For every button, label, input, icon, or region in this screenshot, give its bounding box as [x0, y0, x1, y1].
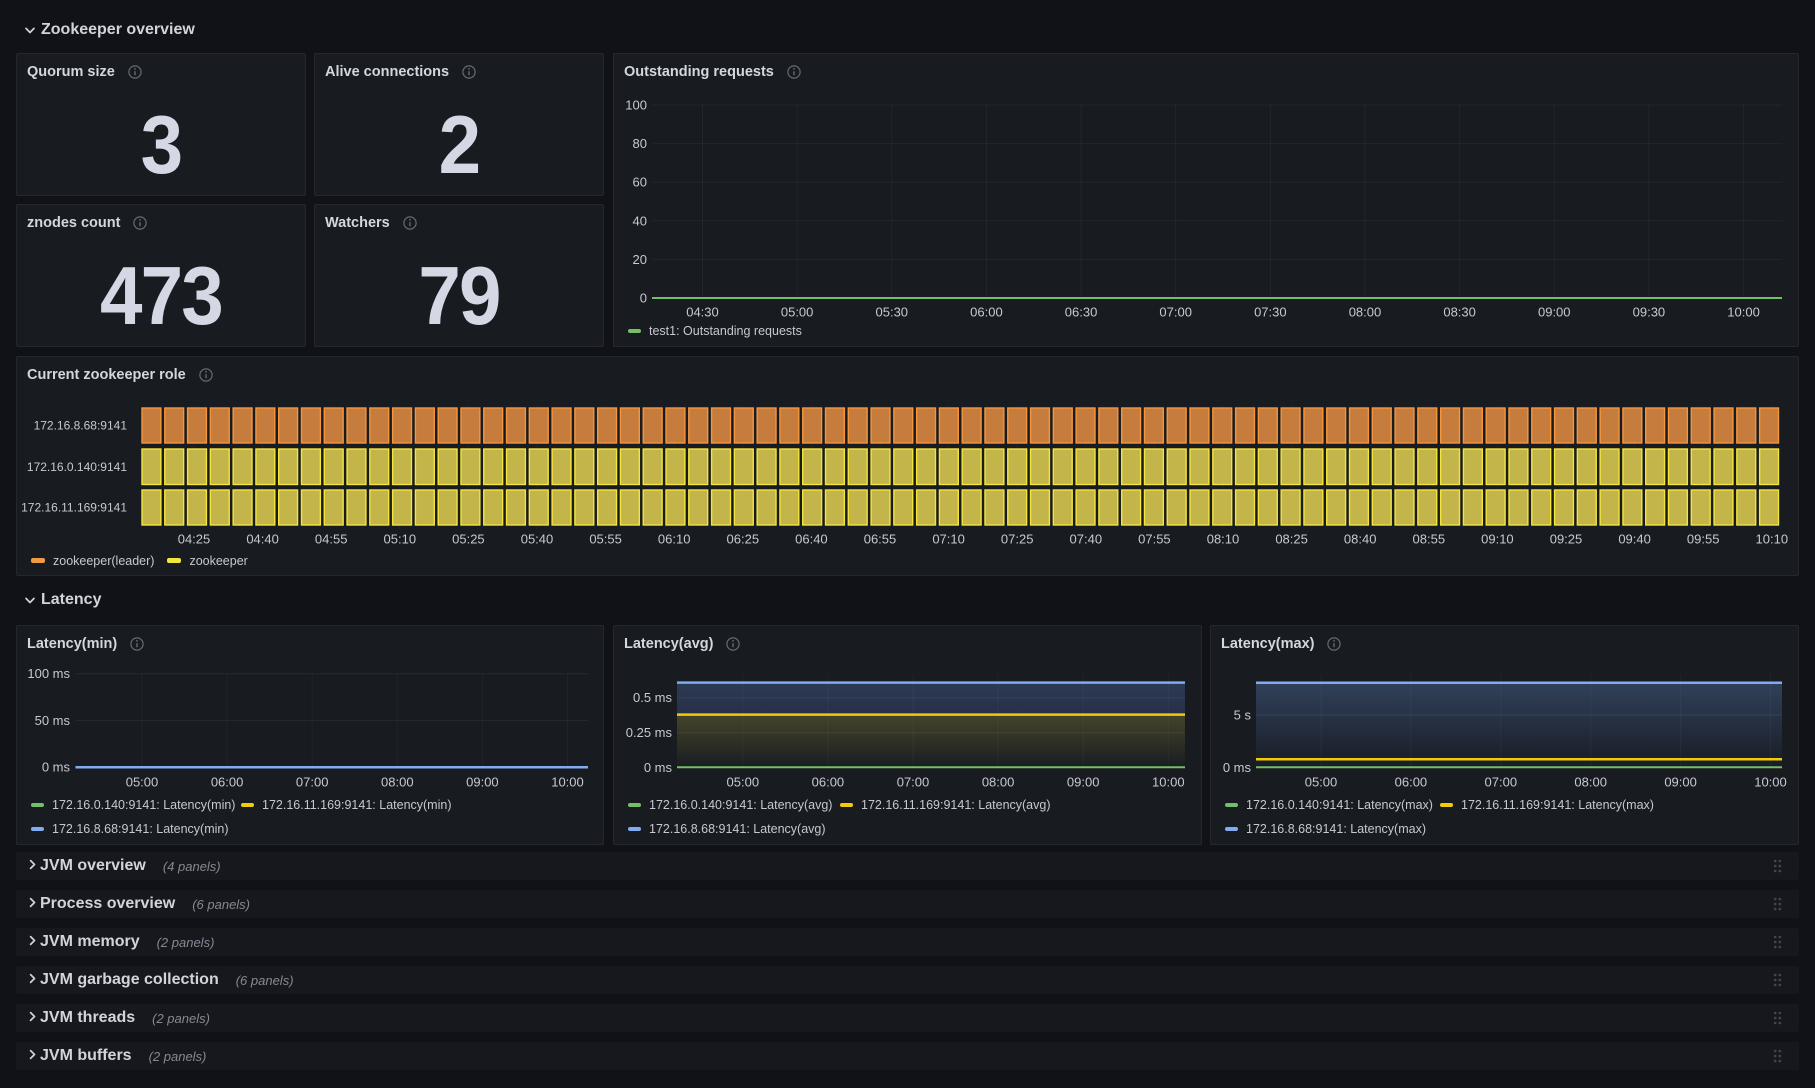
- svg-text:06:10: 06:10: [658, 532, 691, 547]
- svg-text:06:00: 06:00: [970, 305, 1003, 320]
- svg-text:06:55: 06:55: [864, 532, 897, 547]
- svg-text:05:25: 05:25: [452, 532, 485, 547]
- svg-text:05:40: 05:40: [521, 532, 554, 547]
- svg-text:05:00: 05:00: [126, 775, 159, 790]
- svg-text:5 s: 5 s: [1234, 708, 1252, 723]
- svg-text:06:40: 06:40: [795, 532, 828, 547]
- svg-text:172.16.0.140:9141: 172.16.0.140:9141: [27, 460, 127, 474]
- svg-text:07:55: 07:55: [1138, 532, 1171, 547]
- svg-text:0.25 ms: 0.25 ms: [626, 725, 673, 740]
- svg-text:40: 40: [633, 213, 647, 228]
- svg-text:20: 20: [633, 252, 647, 267]
- svg-text:0: 0: [640, 291, 647, 306]
- svg-text:07:10: 07:10: [932, 532, 965, 547]
- svg-text:08:30: 08:30: [1443, 305, 1476, 320]
- svg-text:60: 60: [633, 175, 647, 190]
- svg-text:09:00: 09:00: [466, 775, 499, 790]
- svg-text:05:00: 05:00: [727, 775, 760, 790]
- svg-text:08:00: 08:00: [1349, 305, 1382, 320]
- svg-text:100: 100: [625, 98, 647, 113]
- svg-text:07:30: 07:30: [1254, 305, 1287, 320]
- svg-text:05:30: 05:30: [876, 305, 909, 320]
- svg-text:50 ms: 50 ms: [35, 713, 71, 728]
- svg-text:0 ms: 0 ms: [42, 760, 71, 775]
- svg-text:80: 80: [633, 136, 647, 151]
- svg-text:09:00: 09:00: [1067, 775, 1100, 790]
- svg-text:06:00: 06:00: [1395, 775, 1428, 790]
- svg-text:04:55: 04:55: [315, 532, 348, 547]
- svg-text:05:00: 05:00: [781, 305, 814, 320]
- svg-text:04:30: 04:30: [686, 305, 719, 320]
- svg-text:07:00: 07:00: [897, 775, 930, 790]
- svg-text:0 ms: 0 ms: [644, 760, 673, 775]
- svg-text:08:00: 08:00: [982, 775, 1015, 790]
- svg-text:172.16.8.68:9141: 172.16.8.68:9141: [34, 419, 128, 433]
- svg-text:09:00: 09:00: [1538, 305, 1571, 320]
- svg-text:10:00: 10:00: [1754, 775, 1787, 790]
- svg-text:100 ms: 100 ms: [27, 666, 70, 681]
- svg-text:06:00: 06:00: [812, 775, 845, 790]
- svg-text:08:00: 08:00: [1574, 775, 1607, 790]
- svg-text:10:00: 10:00: [1727, 305, 1760, 320]
- svg-text:05:55: 05:55: [589, 532, 622, 547]
- svg-text:07:00: 07:00: [1159, 305, 1192, 320]
- svg-text:09:00: 09:00: [1664, 775, 1697, 790]
- svg-text:10:00: 10:00: [1152, 775, 1185, 790]
- svg-text:0 ms: 0 ms: [1223, 760, 1252, 775]
- svg-text:08:10: 08:10: [1207, 532, 1240, 547]
- svg-text:10:00: 10:00: [551, 775, 584, 790]
- svg-text:08:40: 08:40: [1344, 532, 1377, 547]
- svg-text:05:00: 05:00: [1305, 775, 1338, 790]
- svg-text:08:25: 08:25: [1275, 532, 1308, 547]
- svg-text:08:55: 08:55: [1413, 532, 1446, 547]
- svg-text:04:25: 04:25: [178, 532, 211, 547]
- svg-text:07:40: 07:40: [1070, 532, 1103, 547]
- svg-text:06:25: 06:25: [727, 532, 760, 547]
- svg-text:10:10: 10:10: [1756, 532, 1789, 547]
- svg-text:09:30: 09:30: [1633, 305, 1666, 320]
- svg-text:06:00: 06:00: [211, 775, 244, 790]
- svg-text:09:55: 09:55: [1687, 532, 1720, 547]
- svg-text:0.5 ms: 0.5 ms: [633, 690, 673, 705]
- svg-text:07:00: 07:00: [1485, 775, 1518, 790]
- svg-text:07:25: 07:25: [1001, 532, 1034, 547]
- svg-text:172.16.11.169:9141: 172.16.11.169:9141: [21, 501, 127, 515]
- svg-text:08:00: 08:00: [381, 775, 414, 790]
- svg-text:07:00: 07:00: [296, 775, 329, 790]
- svg-text:09:10: 09:10: [1481, 532, 1514, 547]
- svg-text:04:40: 04:40: [246, 532, 279, 547]
- svg-text:06:30: 06:30: [1065, 305, 1098, 320]
- svg-text:09:40: 09:40: [1618, 532, 1651, 547]
- svg-text:05:10: 05:10: [384, 532, 417, 547]
- svg-text:09:25: 09:25: [1550, 532, 1583, 547]
